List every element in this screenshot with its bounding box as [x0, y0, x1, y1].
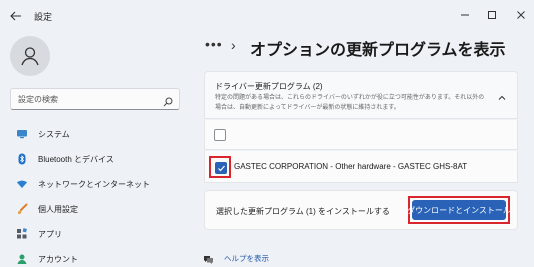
- sidebar-item-label: 個人用設定: [38, 204, 78, 214]
- update-label: GASTEC CORPORATION - Other hardware - GA…: [234, 162, 468, 171]
- brush-icon: [16, 203, 28, 215]
- apps-icon: [16, 228, 28, 240]
- section-description: 特定の問題がある場合は、これらのドライバーのいずれかが役に立つ可能性があります。…: [215, 95, 485, 111]
- update-checkbox-checked[interactable]: [215, 162, 227, 174]
- breadcrumb-separator: ›: [231, 37, 236, 53]
- highlight-box: ダウンロードとインストール: [407, 196, 511, 224]
- page-title: オプションの更新プログラムを表示: [250, 42, 506, 59]
- install-card: 選択した更新プログラム (1) をインストールする ダウンロードとインストール: [204, 190, 518, 230]
- account-icon: [16, 253, 28, 265]
- sidebar-item-label: ネットワークとインターネット: [38, 179, 150, 189]
- sidebar-item-label: システム: [38, 129, 70, 139]
- maximize-icon[interactable]: [483, 6, 501, 24]
- install-summary-text: 選択した更新プログラム (1) をインストールする: [216, 207, 390, 216]
- sidebar-item-apps[interactable]: アプリ: [10, 224, 180, 244]
- sidebar-item-bluetooth[interactable]: Bluetooth とデバイス: [10, 149, 180, 169]
- driver-updates-header[interactable]: ドライバー更新プログラム (2) 特定の問題がある場合は、これらのドライバーのい…: [204, 71, 518, 119]
- sidebar-item-personalization[interactable]: 個人用設定: [10, 199, 180, 219]
- user-avatar[interactable]: [10, 36, 50, 76]
- sidebar-item-label: アプリ: [38, 229, 62, 239]
- update-row: [204, 120, 518, 150]
- download-install-button[interactable]: ダウンロードとインストール: [407, 200, 511, 220]
- sidebar-item-network[interactable]: ネットワークとインターネット: [10, 174, 180, 194]
- wifi-icon: [16, 178, 28, 190]
- sidebar-item-system[interactable]: システム: [10, 124, 180, 144]
- breadcrumb-more-button[interactable]: •••: [205, 36, 223, 52]
- search-placeholder: 設定の検索: [18, 95, 58, 104]
- update-checkbox[interactable]: [214, 129, 226, 141]
- highlight-box: [209, 156, 231, 178]
- help-icon: [203, 251, 213, 264]
- update-row: GASTEC CORPORATION - Other hardware - GA…: [204, 151, 518, 183]
- close-icon[interactable]: [512, 6, 530, 24]
- search-icon: [163, 94, 173, 107]
- settings-search-input[interactable]: 設定の検索: [10, 88, 180, 110]
- sidebar-item-label: アカウント: [38, 254, 78, 264]
- app-title: 設定: [34, 12, 53, 22]
- sidebar-item-accounts[interactable]: アカウント: [10, 249, 180, 267]
- section-title: ドライバー更新プログラム (2): [215, 82, 323, 91]
- back-arrow-icon[interactable]: [9, 9, 23, 23]
- chevron-up-icon[interactable]: [497, 90, 507, 100]
- bluetooth-icon: [16, 153, 28, 165]
- get-help-link[interactable]: ヘルプを表示: [224, 253, 269, 264]
- minimize-icon[interactable]: [456, 6, 474, 24]
- sidebar-item-label: Bluetooth とデバイス: [38, 154, 114, 164]
- title-bar: 設定: [0, 0, 534, 32]
- monitor-icon: [16, 128, 28, 140]
